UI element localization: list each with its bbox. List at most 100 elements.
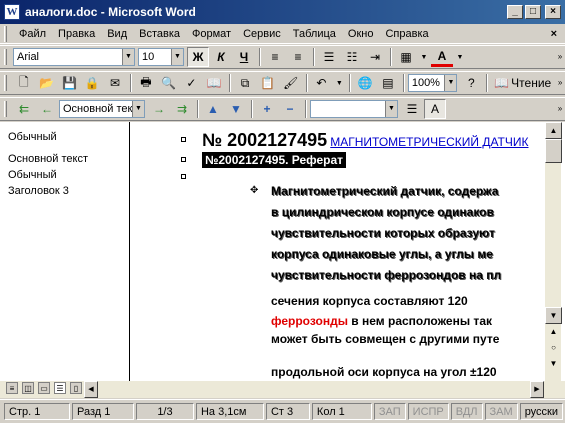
menu-table[interactable]: Таблица xyxy=(287,28,342,40)
status-rec[interactable]: ЗАП xyxy=(373,403,406,420)
promote-icon[interactable]: ← xyxy=(36,99,58,119)
menu-help[interactable]: Справка xyxy=(379,28,434,40)
document-close-icon[interactable]: × xyxy=(551,28,557,40)
font-name-combo[interactable]: Arial ▼ xyxy=(13,48,135,66)
bold-button[interactable]: Ж xyxy=(187,47,209,67)
chevron-down-icon[interactable]: ▼ xyxy=(122,49,134,65)
collapse-icon[interactable]: − xyxy=(279,99,301,119)
next-page-icon[interactable]: ▼ xyxy=(545,357,562,371)
menu-tools[interactable]: Сервис xyxy=(237,28,287,40)
status-line: Ст 3 xyxy=(265,403,310,420)
minimize-button[interactable]: _ xyxy=(507,5,523,19)
zoom-combo[interactable]: 100% ▼ xyxy=(407,74,458,92)
promote-heading-icon[interactable]: ⇇ xyxy=(13,99,35,119)
previous-page-icon[interactable]: ▲ xyxy=(545,325,562,339)
read-button[interactable]: 📖 Чтение xyxy=(491,73,554,93)
status-extend[interactable]: ВДЛ xyxy=(450,403,483,420)
chevron-down-icon[interactable]: ▼ xyxy=(418,47,430,67)
outline-level-combo[interactable]: Основной текс ▼ xyxy=(59,100,145,118)
borders-icon[interactable]: ▦ xyxy=(395,47,417,67)
align-left-icon[interactable]: ≡ xyxy=(264,47,286,67)
reading-layout-icon[interactable]: ▯ xyxy=(70,382,82,394)
chevron-down-icon[interactable]: ▼ xyxy=(171,49,183,65)
bullets-icon[interactable]: ☷ xyxy=(341,47,363,67)
hyperlink-icon[interactable]: 🌐 xyxy=(354,73,376,93)
body-line: может быть совмещен с другими путе xyxy=(271,332,500,346)
indent-icon[interactable]: ⇥ xyxy=(364,47,386,67)
chevron-down-icon[interactable]: ▼ xyxy=(333,73,345,93)
menu-file[interactable]: Файл xyxy=(13,28,52,40)
scroll-down-icon[interactable]: ▼ xyxy=(545,307,562,324)
first-line-only-icon[interactable]: ☰ xyxy=(401,99,423,119)
underline-button[interactable]: Ч xyxy=(233,47,255,67)
status-position: На 3,1см xyxy=(195,403,264,420)
toolbar-grip[interactable] xyxy=(4,101,7,117)
font-size-combo[interactable]: 10 ▼ xyxy=(138,48,184,66)
copy-icon[interactable]: ⧉ xyxy=(234,73,256,93)
menu-insert[interactable]: Вставка xyxy=(133,28,186,40)
heading-link[interactable]: МАГНИТОМЕТРИЧЕСКИЙ ДАТЧИК xyxy=(330,135,528,149)
chevron-down-icon[interactable]: ▼ xyxy=(444,75,457,91)
toolbar-grip[interactable] xyxy=(4,75,7,91)
move-up-icon[interactable]: ▲ xyxy=(202,99,224,119)
email-icon[interactable]: ✉ xyxy=(104,73,126,93)
chevron-down-icon[interactable]: ▼ xyxy=(132,101,144,117)
move-down-icon[interactable]: ▼ xyxy=(225,99,247,119)
table-icon[interactable]: ▤ xyxy=(377,73,399,93)
menu-view[interactable]: Вид xyxy=(101,28,133,40)
permission-icon[interactable]: 🔒 xyxy=(81,73,103,93)
maximize-button[interactable]: □ xyxy=(525,5,541,19)
format-painter-icon[interactable]: 🖌 xyxy=(280,73,302,93)
open-icon[interactable]: 📂 xyxy=(36,73,58,93)
italic-button[interactable]: К xyxy=(210,47,232,67)
demote-icon[interactable]: → xyxy=(148,99,170,119)
status-track[interactable]: ИСПР xyxy=(407,403,449,420)
scroll-thumb[interactable] xyxy=(545,139,562,163)
paste-icon[interactable]: 📋 xyxy=(257,73,279,93)
normal-view-icon[interactable]: ≡ xyxy=(6,382,18,394)
chevron-down-icon[interactable]: ▼ xyxy=(385,101,397,117)
print-preview-icon[interactable]: 🔍 xyxy=(158,73,180,93)
spelling-icon[interactable]: ✓ xyxy=(181,73,203,93)
toolbar-options-icon[interactable]: » xyxy=(555,73,565,93)
toolbar-options-icon[interactable]: » xyxy=(555,99,565,119)
scroll-right-icon[interactable]: ▶ xyxy=(530,381,544,398)
chevron-down-icon[interactable]: ▼ xyxy=(454,47,466,67)
menu-grip[interactable] xyxy=(4,25,7,42)
status-overtype[interactable]: ЗАМ xyxy=(484,403,518,420)
undo-icon[interactable]: ↶ xyxy=(311,73,333,93)
print-layout-icon[interactable]: ▭ xyxy=(38,382,50,394)
vertical-scrollbar[interactable]: ▲ ▼ ▲ ○ ▼ xyxy=(544,122,562,381)
word-app-icon[interactable]: W xyxy=(4,4,20,20)
web-layout-icon[interactable]: ◫ xyxy=(22,382,34,394)
outline-bullet[interactable] xyxy=(181,174,186,179)
select-browse-object-icon[interactable]: ○ xyxy=(545,341,562,355)
show-formatting-icon[interactable]: A xyxy=(424,99,446,119)
document-page[interactable]: № 2002127495 МАГНИТОМЕТРИЧЕСКИЙ ДАТЧИК №… xyxy=(131,122,544,381)
toolbar-options-icon[interactable]: » xyxy=(555,47,565,67)
align-center-icon[interactable]: ≡ xyxy=(287,47,309,67)
close-button[interactable]: × xyxy=(545,5,561,19)
menu-format[interactable]: Формат xyxy=(186,28,237,40)
scroll-left-icon[interactable]: ◀ xyxy=(84,381,98,398)
toolbar-grip[interactable] xyxy=(4,49,7,65)
menu-window[interactable]: Окно xyxy=(342,28,380,40)
menu-edit[interactable]: Правка xyxy=(52,28,101,40)
move-handle-icon[interactable]: ✥ xyxy=(250,185,258,196)
demote-body-icon[interactable]: ⇉ xyxy=(171,99,193,119)
show-level-combo[interactable]: ▼ xyxy=(310,100,398,118)
numbering-icon[interactable]: ☰ xyxy=(318,47,340,67)
outline-view-icon[interactable]: ☰ xyxy=(54,382,66,394)
print-icon[interactable]: 🖶 xyxy=(135,73,157,93)
save-icon[interactable]: 💾 xyxy=(59,73,81,93)
horizontal-scrollbar[interactable]: ≡ ◫ ▭ ☰ ▯ ◀ ▶ xyxy=(0,381,565,398)
font-color-icon[interactable]: A xyxy=(431,47,453,67)
document-workspace[interactable]: Обычный Основной текст Обычный Заголовок… xyxy=(0,122,565,381)
scroll-up-icon[interactable]: ▲ xyxy=(545,122,562,139)
new-icon[interactable]: 🗋 xyxy=(13,73,35,93)
outline-bullet[interactable] xyxy=(181,157,186,162)
research-icon[interactable]: 📖 xyxy=(203,73,225,93)
expand-icon[interactable]: + xyxy=(256,99,278,119)
outline-bullet[interactable] xyxy=(181,137,186,142)
help-icon[interactable]: ? xyxy=(460,73,482,93)
